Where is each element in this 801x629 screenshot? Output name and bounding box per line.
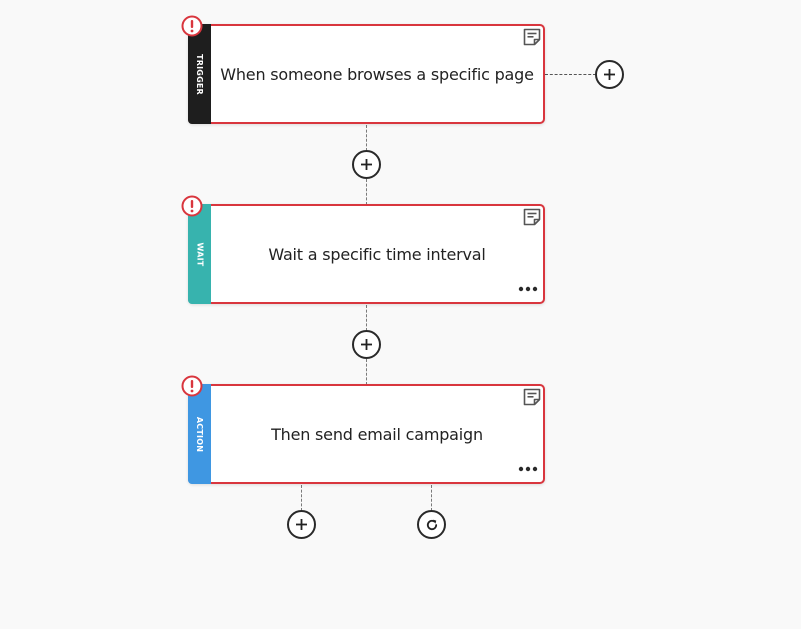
connector-action-next [301, 485, 302, 511]
error-exclamation-icon [181, 15, 203, 37]
action-stripe: ACTION [188, 384, 211, 484]
loop-refresh-icon [426, 519, 437, 530]
plus-icon [296, 519, 307, 530]
add-step-button-1[interactable] [352, 150, 381, 179]
trigger-node[interactable]: TRIGGER When someone browses a specific … [181, 15, 545, 124]
plus-icon [361, 339, 372, 350]
workflow-canvas: TRIGGER When someone browses a specific … [0, 0, 801, 629]
wait-node[interactable]: WAIT Wait a specific time interval [181, 195, 545, 304]
branch-connector-right [545, 74, 596, 75]
plus-icon [361, 159, 372, 170]
more-options-icon[interactable] [518, 285, 538, 293]
trigger-stripe: TRIGGER [188, 24, 211, 124]
connector-wait-action-bottom [366, 359, 367, 385]
note-icon[interactable] [522, 387, 542, 407]
error-exclamation-icon [181, 195, 203, 217]
trigger-title: When someone browses a specific page [220, 64, 534, 84]
action-node[interactable]: ACTION Then send email campaign [181, 375, 545, 484]
note-icon[interactable] [522, 27, 542, 47]
note-icon[interactable] [522, 207, 542, 227]
add-branch-button[interactable] [595, 60, 624, 89]
wait-stripe: WAIT [188, 204, 211, 304]
add-step-button-3[interactable] [287, 510, 316, 539]
connector-trigger-wait-bottom [366, 179, 367, 205]
trigger-tag: TRIGGER [195, 53, 205, 95]
add-step-button-2[interactable] [352, 330, 381, 359]
more-options-icon[interactable] [518, 465, 538, 473]
connector-wait-action-top [366, 305, 367, 331]
loop-button[interactable] [417, 510, 446, 539]
wait-tag: WAIT [195, 242, 205, 266]
action-tag: ACTION [195, 416, 205, 452]
action-title: Then send email campaign [271, 424, 483, 444]
connector-trigger-wait-top [366, 125, 367, 151]
connector-action-loop [431, 485, 432, 511]
wait-title: Wait a specific time interval [268, 244, 486, 264]
error-exclamation-icon [181, 375, 203, 397]
plus-icon [604, 69, 615, 80]
